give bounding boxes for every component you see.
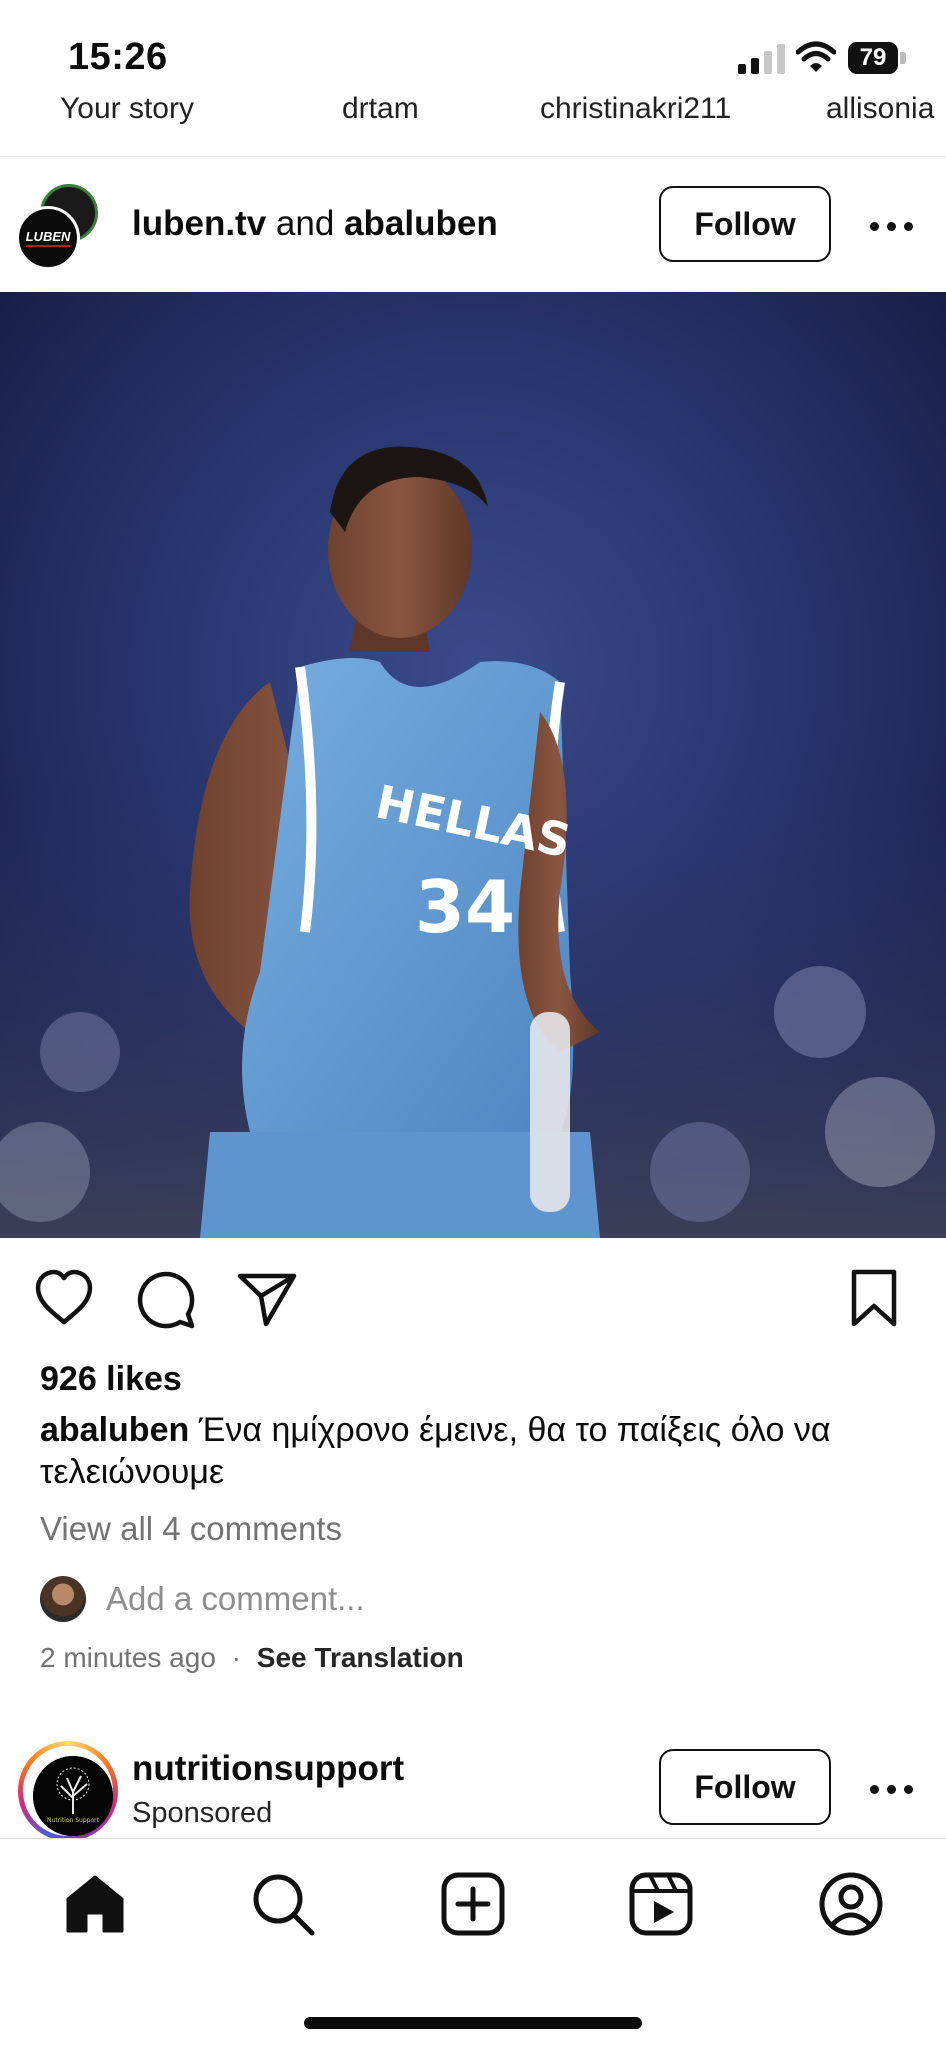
post-image[interactable]: HELLAS 34: [0, 292, 946, 1238]
comment-input[interactable]: Add a comment...: [106, 1580, 365, 1618]
avatar-logo: LUBEN: [25, 229, 71, 247]
follow-button[interactable]: Follow: [659, 1749, 831, 1825]
home-indicator[interactable]: [304, 2017, 642, 2029]
jersey-number: 34: [415, 865, 515, 949]
tree-logo-icon: Nutrition Support: [33, 1756, 113, 1836]
bottom-nav: [0, 1838, 946, 2049]
profile-icon[interactable]: [816, 1869, 886, 1939]
story-label[interactable]: Your story: [60, 96, 194, 126]
collab-avatars[interactable]: LUBEN: [16, 184, 102, 270]
comment-icon[interactable]: [134, 1266, 198, 1330]
story-label[interactable]: christinakri211: [540, 96, 731, 126]
add-comment-row[interactable]: Add a comment...: [40, 1576, 900, 1626]
sponsored-label: Sponsored: [132, 1797, 273, 1829]
meta-separator: ·: [231, 1642, 241, 1673]
wifi-icon: [796, 41, 836, 72]
post-caption: abaluben Ένα ημίχρονο έμεινε, θα το παίξ…: [40, 1409, 910, 1493]
post-timestamp: 2 minutes ago: [40, 1642, 216, 1673]
status-bar: 15:26 79: [0, 0, 946, 110]
cellular-signal-icon: [738, 44, 785, 74]
home-icon[interactable]: [60, 1869, 130, 1939]
reels-icon[interactable]: [626, 1869, 696, 1939]
clock: 15:26: [68, 36, 168, 78]
avatar: Nutrition Support: [33, 1756, 113, 1836]
avatar: LUBEN: [16, 206, 80, 270]
stories-strip[interactable]: Your story drtam christinakri211 allison…: [0, 96, 946, 157]
follow-button[interactable]: Follow: [659, 186, 831, 262]
post-meta: 2 minutes ago · See Translation: [40, 1642, 464, 1674]
post-header: LUBEN luben.tv and abaluben Follow: [0, 158, 946, 292]
caption-username[interactable]: abaluben: [40, 1411, 189, 1449]
story-label[interactable]: drtam: [342, 96, 419, 126]
search-icon[interactable]: [248, 1869, 318, 1939]
bookmark-icon[interactable]: [842, 1266, 906, 1330]
battery-level: 79: [848, 42, 898, 74]
heart-icon[interactable]: [32, 1266, 96, 1330]
post-photo: HELLAS 34: [0, 292, 946, 1238]
view-all-comments-link[interactable]: View all 4 comments: [40, 1510, 342, 1548]
create-icon[interactable]: [438, 1869, 508, 1939]
post-authors[interactable]: luben.tv and abaluben: [132, 204, 498, 244]
share-icon[interactable]: [236, 1266, 300, 1330]
next-post-header: Nutrition Support nutritionsupport Spons…: [0, 1735, 946, 1845]
battery-indicator: 79: [848, 42, 908, 74]
story-label[interactable]: allisonia: [826, 96, 934, 126]
see-translation-link[interactable]: See Translation: [257, 1642, 464, 1673]
author-username[interactable]: abaluben: [344, 204, 498, 243]
battery-cap: [900, 52, 906, 64]
author-username[interactable]: luben.tv: [132, 204, 266, 243]
story-ring-avatar[interactable]: Nutrition Support: [18, 1741, 118, 1841]
avatar: [40, 1576, 86, 1622]
likes-count[interactable]: 926 likes: [40, 1360, 182, 1399]
more-options-icon[interactable]: [866, 1779, 920, 1799]
more-options-icon[interactable]: [866, 216, 920, 236]
author-joiner: and: [275, 204, 335, 243]
next-post-username[interactable]: nutritionsupport: [132, 1749, 404, 1789]
logo-text: Nutrition Support: [47, 1817, 100, 1824]
